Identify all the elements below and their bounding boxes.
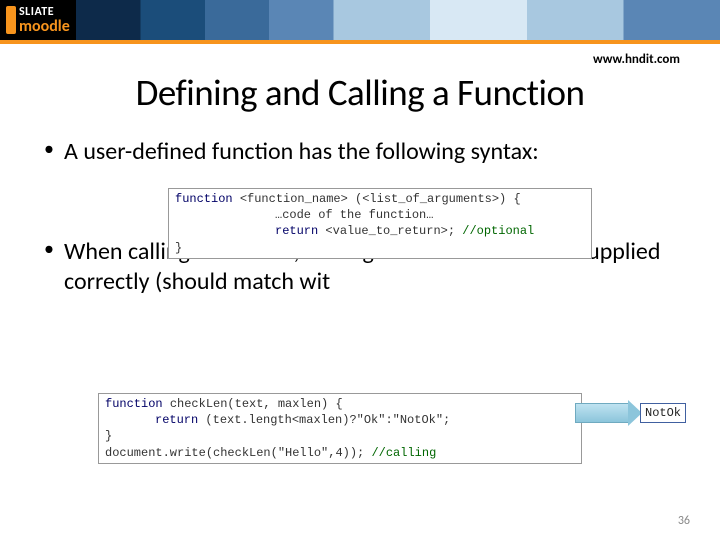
moodle-logo-icon (6, 6, 16, 34)
banner-stripe (0, 40, 720, 44)
brand-text: SLIATE moodle (19, 5, 70, 36)
code-line: return (text.length<maxlen)?"Ok":"NotOk"… (105, 412, 575, 428)
code-syntax-box: function <function_name> (<list_of_argum… (168, 188, 592, 259)
bullet-text: A user-defined function has the followin… (64, 137, 539, 166)
code-example-box: function checkLen(text, maxlen) { return… (98, 393, 582, 464)
brand-block: SLIATE moodle (0, 0, 76, 40)
code-line: document.write(checkLen("Hello",4)); //c… (105, 445, 575, 461)
banner: SLIATE moodle (0, 0, 720, 40)
source-url: www.hndit.com (593, 52, 680, 67)
code-line: } (105, 428, 575, 444)
page-number: 36 (678, 514, 690, 528)
code-line: …code of the function… (175, 207, 585, 223)
bullet-item: A user-defined function has the followin… (36, 137, 696, 167)
code-line: return <value_to_return>; //optional (175, 223, 585, 239)
banner-collage (76, 0, 720, 40)
brand-bottom: moodle (19, 17, 70, 36)
code-line: } (175, 241, 182, 255)
output-result: NotOk (640, 403, 686, 423)
code-line: function checkLen(text, maxlen) { (105, 396, 575, 412)
code-line: function <function_name> (<list_of_argum… (175, 192, 521, 206)
arrow-icon (575, 403, 629, 423)
slide-title: Defining and Calling a Function (0, 70, 720, 115)
